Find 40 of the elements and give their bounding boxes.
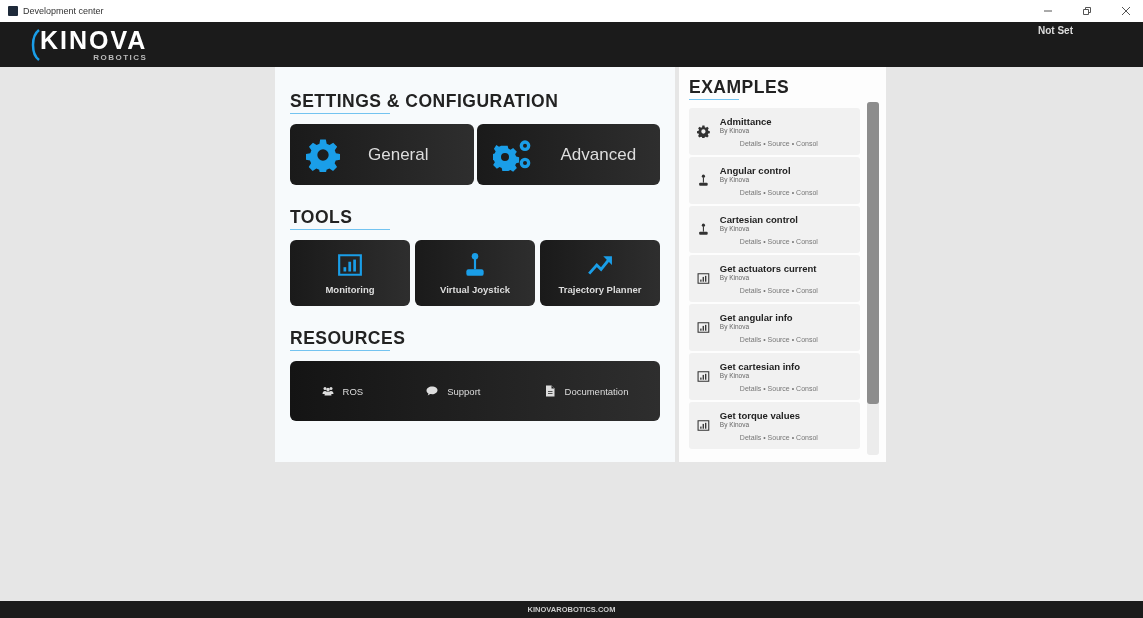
example-title: Get angular info <box>719 312 794 323</box>
section-heading: RESOURCES <box>290 328 407 348</box>
user-status: Not Set <box>1038 24 1073 38</box>
example-title: Get torque values <box>719 410 802 421</box>
logo-text: KINOVA <box>40 27 148 53</box>
users-icon <box>321 385 334 397</box>
example-title: Get actuators current <box>719 263 818 274</box>
example-title: Angular control <box>719 165 792 176</box>
minimize-icon[interactable] <box>1044 7 1052 15</box>
chart-icon <box>337 251 363 278</box>
chart-icon <box>697 370 710 383</box>
tool-button[interactable]: Virtual Joystick <box>415 240 535 306</box>
example-title: Admittance <box>719 116 773 127</box>
chat-icon <box>426 385 439 397</box>
settings-button[interactable]: General <box>290 124 474 185</box>
gear-icon <box>306 137 340 172</box>
section-heading: SETTINGS & CONFIGURATION <box>290 91 560 111</box>
settings-button[interactable]: Advanced <box>476 124 660 185</box>
close-icon[interactable] <box>1122 7 1130 15</box>
joystick-icon <box>697 223 710 236</box>
tool-button[interactable]: Monitoring <box>290 240 410 306</box>
example-title: Get cartesian info <box>719 361 802 372</box>
resource-link[interactable]: ROS <box>317 383 368 399</box>
window-title: Development center <box>23 6 105 16</box>
chart-icon <box>697 419 710 432</box>
gear-icon <box>697 125 710 138</box>
resource-link[interactable]: Documentation <box>539 383 633 399</box>
chart-icon <box>697 321 710 334</box>
example-title: Cartesian control <box>719 214 799 225</box>
document-icon <box>543 385 556 397</box>
chart-icon <box>697 272 710 285</box>
section-heading: TOOLS <box>290 207 354 227</box>
app-icon <box>8 6 18 16</box>
tool-button[interactable]: Trajectory Planner <box>540 240 660 306</box>
logo-subtitle: ROBOTICS <box>93 53 148 62</box>
section-heading: EXAMPLES <box>689 77 791 97</box>
joystick-icon <box>697 174 710 187</box>
gears-icon <box>492 137 533 172</box>
restore-icon[interactable] <box>1083 7 1091 15</box>
resource-link[interactable]: Support <box>422 383 485 399</box>
